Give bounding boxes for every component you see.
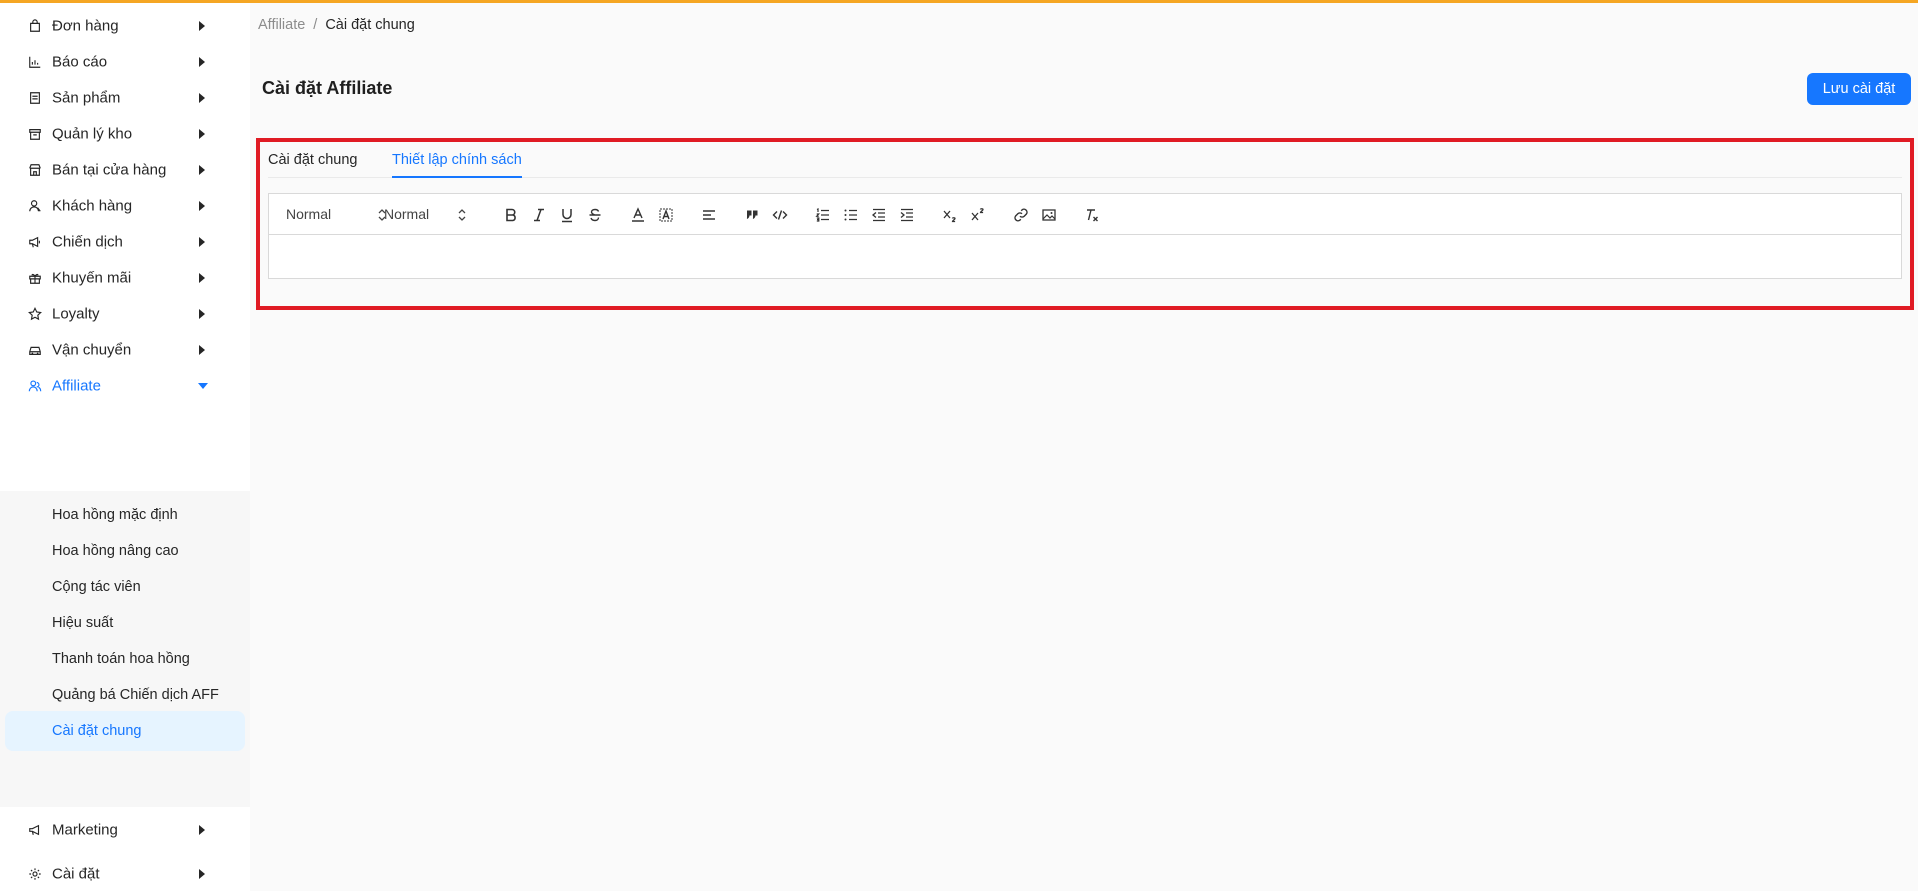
sidebar-item-label: Loyalty [52, 305, 100, 323]
affiliate-icon [27, 378, 43, 394]
strikethrough-icon[interactable] [585, 205, 605, 225]
image-icon[interactable] [1039, 205, 1059, 225]
sidebar-item-label: Marketing [52, 821, 118, 839]
sidebar-item-label: Quản lý kho [52, 125, 133, 143]
submenu-item-label: Hoa hồng nâng cao [52, 543, 179, 559]
submenu-item-label: Hoa hồng mặc định [52, 507, 178, 523]
indent-icon[interactable] [897, 205, 917, 225]
submenu-item-performance[interactable]: Hiệu suất [5, 603, 245, 643]
submenu-item-commission-payment[interactable]: Thanh toán hoa hồng [5, 639, 245, 679]
caret-right-icon [199, 869, 205, 879]
gear-icon [27, 866, 43, 882]
caret-right-icon [199, 165, 205, 175]
background-color-icon[interactable] [656, 205, 676, 225]
star-icon [27, 306, 43, 322]
header-select[interactable]: Normal [286, 206, 386, 224]
editor-content-area[interactable] [269, 236, 1901, 278]
sidebar-item-label: Affiliate [52, 377, 101, 395]
caret-right-icon [199, 129, 205, 139]
editor-toolbar: Normal Normal [269, 194, 1901, 235]
gift-icon [27, 270, 43, 286]
caret-right-icon [199, 237, 205, 247]
clear-formatting-icon[interactable] [1082, 205, 1102, 225]
sidebar-item-label: Đơn hàng [52, 17, 119, 35]
sidebar-item-label: Bán tại cửa hàng [52, 161, 167, 179]
select-arrows-icon [458, 209, 466, 221]
bag-icon [27, 18, 43, 34]
chart-icon [27, 54, 43, 70]
caret-right-icon [199, 93, 205, 103]
code-block-icon[interactable] [770, 205, 790, 225]
caret-right-icon [199, 201, 205, 211]
blockquote-icon[interactable] [742, 205, 762, 225]
bullet-list-icon[interactable] [841, 205, 861, 225]
link-icon[interactable] [1011, 205, 1031, 225]
underline-icon[interactable] [557, 205, 577, 225]
store-icon [27, 162, 43, 178]
caret-right-icon [199, 309, 205, 319]
breadcrumb-separator: / [313, 17, 318, 33]
caret-down-icon [198, 383, 208, 389]
breadcrumb-link-affiliate[interactable]: Affiliate [258, 17, 305, 33]
tab-general-settings[interactable]: Cài đặt chung [268, 142, 357, 178]
ordered-list-icon[interactable] [813, 205, 833, 225]
caret-right-icon [199, 21, 205, 31]
submenu-item-label: Cộng tác viên [52, 579, 141, 595]
submenu-item-label: Hiệu suất [52, 615, 114, 631]
sidebar-item-affiliate[interactable]: Affiliate [0, 364, 250, 408]
submenu-item-label: Quảng bá Chiến dịch AFF [52, 687, 219, 703]
save-settings-button[interactable]: Lưu cài đặt [1807, 73, 1911, 105]
caret-right-icon [199, 825, 205, 835]
warehouse-icon [27, 126, 43, 142]
submenu-item-default-commission[interactable]: Hoa hồng mặc định [5, 495, 245, 535]
sidebar: Đơn hàng Báo cáo Sản phẩm Quản lý kho Bá… [0, 3, 250, 891]
sidebar-item-label: Sản phẩm [52, 89, 121, 107]
sidebar-item-label: Chiến dịch [52, 233, 123, 251]
italic-icon[interactable] [529, 205, 549, 225]
superscript-icon[interactable] [968, 205, 988, 225]
size-select-value: Normal [384, 206, 430, 222]
sidebar-item-label: Báo cáo [52, 53, 108, 71]
sidebar-item-label: Cài đặt [52, 865, 100, 883]
page-title: Cài đặt Affiliate [262, 78, 393, 98]
sidebar-item-settings[interactable]: Cài đặt [0, 852, 250, 891]
caret-right-icon [199, 273, 205, 283]
caret-right-icon [199, 345, 205, 355]
text-color-icon[interactable] [628, 205, 648, 225]
caret-right-icon [199, 57, 205, 67]
submenu-item-advanced-commission[interactable]: Hoa hồng nâng cao [5, 531, 245, 571]
marketing-icon [27, 822, 43, 838]
customer-icon [27, 198, 43, 214]
sidebar-item-label: Vận chuyển [52, 341, 132, 359]
size-select[interactable]: Normal [384, 206, 468, 224]
rich-text-editor: Normal Normal [268, 193, 1902, 279]
subscript-icon[interactable] [940, 205, 960, 225]
car-icon [27, 342, 43, 358]
header-select-value: Normal [286, 206, 332, 222]
submenu-item-label: Thanh toán hoa hồng [52, 651, 190, 667]
submenu-item-general-settings[interactable]: Cài đặt chung [5, 711, 245, 751]
outdent-icon[interactable] [869, 205, 889, 225]
sidebar-item-marketing[interactable]: Marketing [0, 808, 250, 852]
affiliate-submenu: Hoa hồng mặc định Hoa hồng nâng cao Cộng… [0, 491, 250, 807]
submenu-item-label: Cài đặt chung [52, 723, 142, 739]
align-left-icon[interactable] [699, 205, 719, 225]
submenu-item-collaborators[interactable]: Cộng tác viên [5, 567, 245, 607]
tab-policy-setup[interactable]: Thiết lập chính sách [392, 142, 522, 178]
settings-tabs: Cài đặt chung Thiết lập chính sách [268, 142, 1902, 178]
breadcrumb: Affiliate / Cài đặt chung [258, 17, 415, 33]
breadcrumb-current: Cài đặt chung [325, 17, 415, 33]
bold-icon[interactable] [501, 205, 521, 225]
product-icon [27, 90, 43, 106]
megaphone-icon [27, 234, 43, 250]
sidebar-item-label: Khách hàng [52, 197, 133, 215]
sidebar-item-label: Khuyến mãi [52, 269, 132, 287]
top-accent-bar [0, 0, 1918, 3]
submenu-item-aff-campaign-promo[interactable]: Quảng bá Chiến dịch AFF [5, 675, 245, 715]
